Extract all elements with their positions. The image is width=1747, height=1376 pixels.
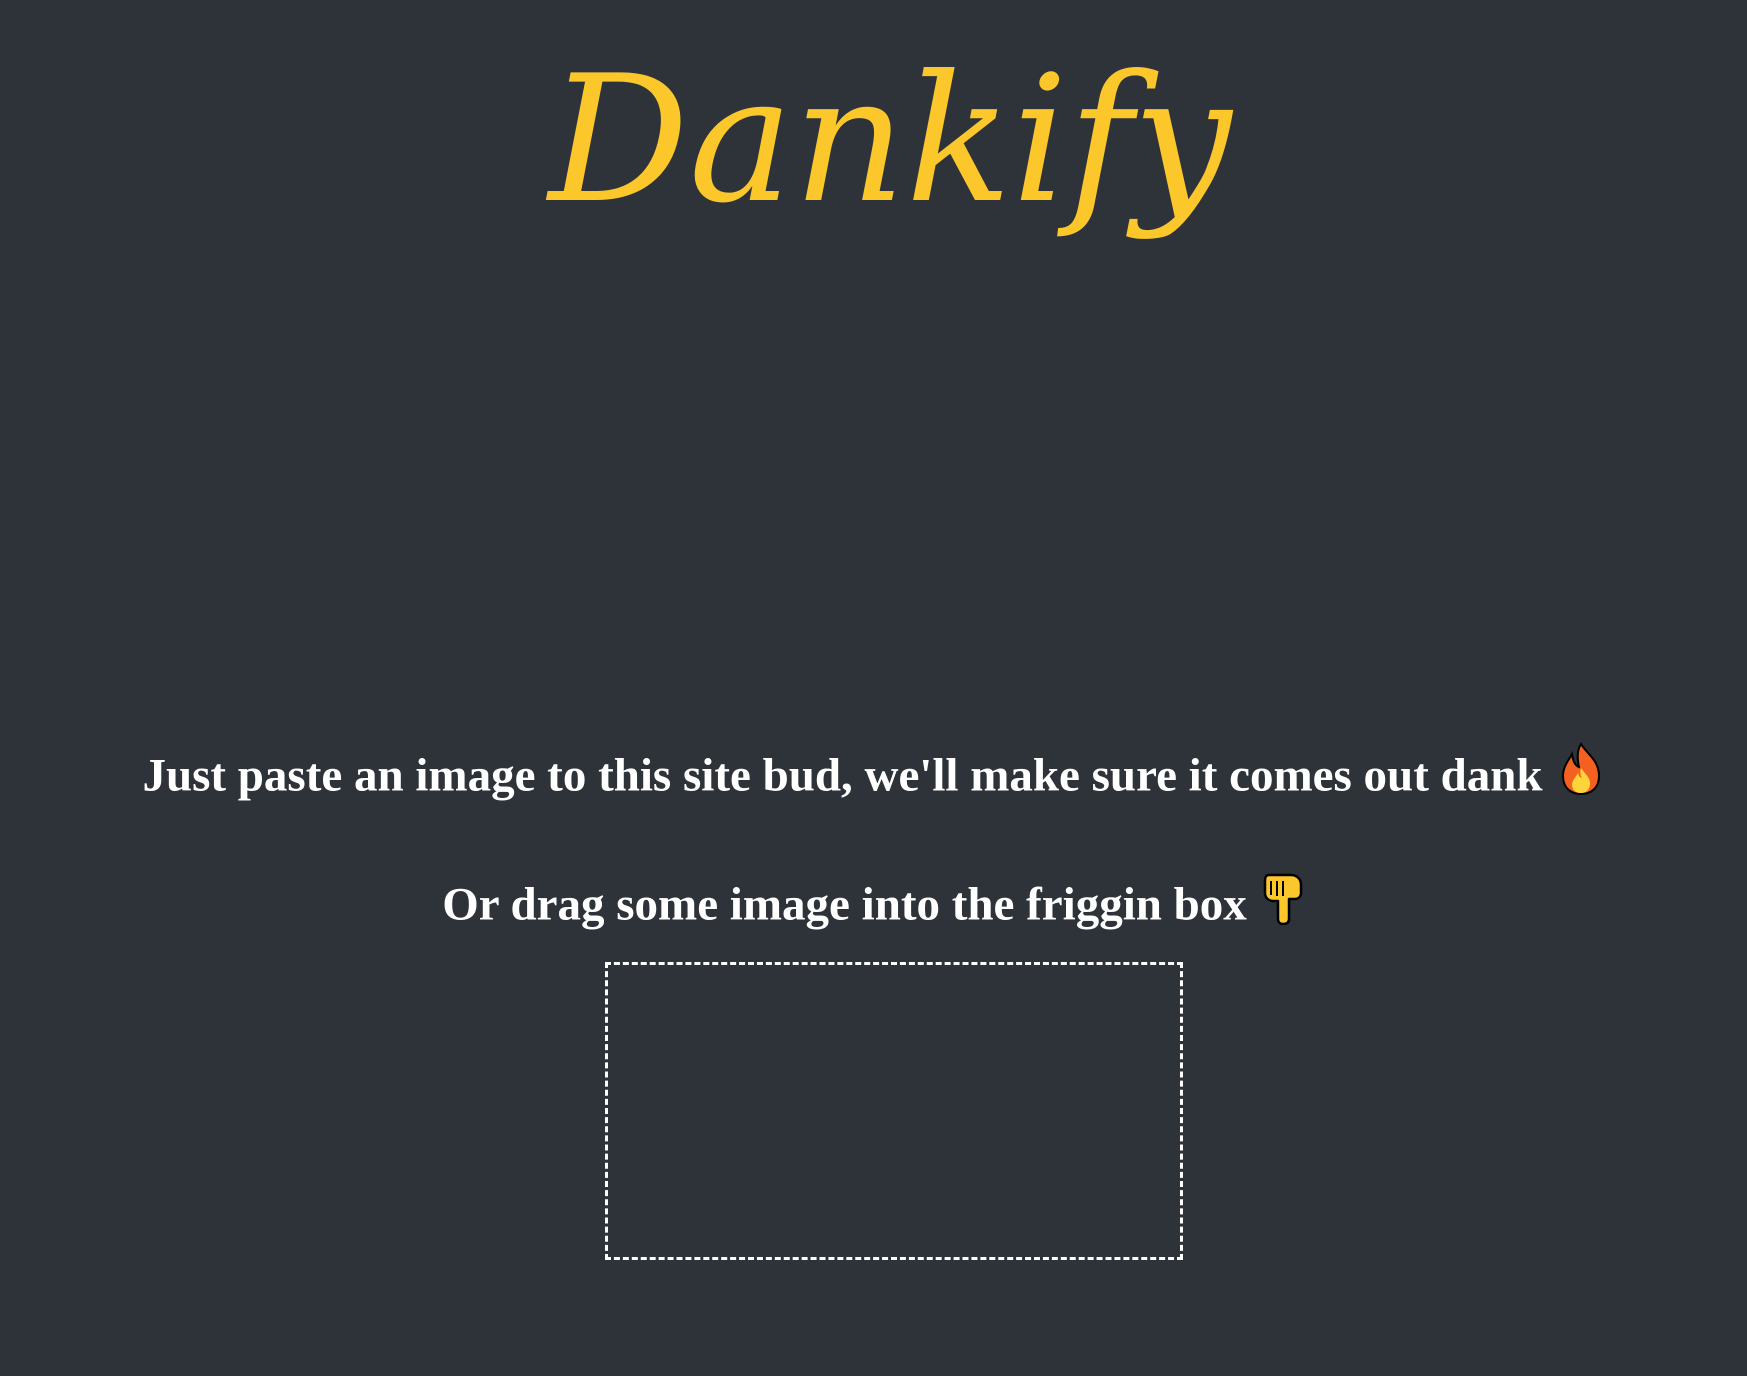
fire-icon [1557, 742, 1605, 809]
paste-instruction: Just paste an image to this site bud, we… [0, 742, 1747, 813]
site-logo: Dankify [0, 0, 1747, 290]
pointing-down-hand-icon [1261, 871, 1305, 938]
drag-instruction: Or drag some image into the friggin box [0, 873, 1747, 942]
drag-instruction-text: Or drag some image into the friggin box [442, 878, 1247, 931]
dankify-wordmark: Dankify [546, 39, 1234, 242]
logo-text: Dankify [546, 39, 1234, 242]
image-dropzone[interactable] [605, 962, 1183, 1260]
paste-instruction-text: Just paste an image to this site bud, we… [142, 749, 1543, 802]
